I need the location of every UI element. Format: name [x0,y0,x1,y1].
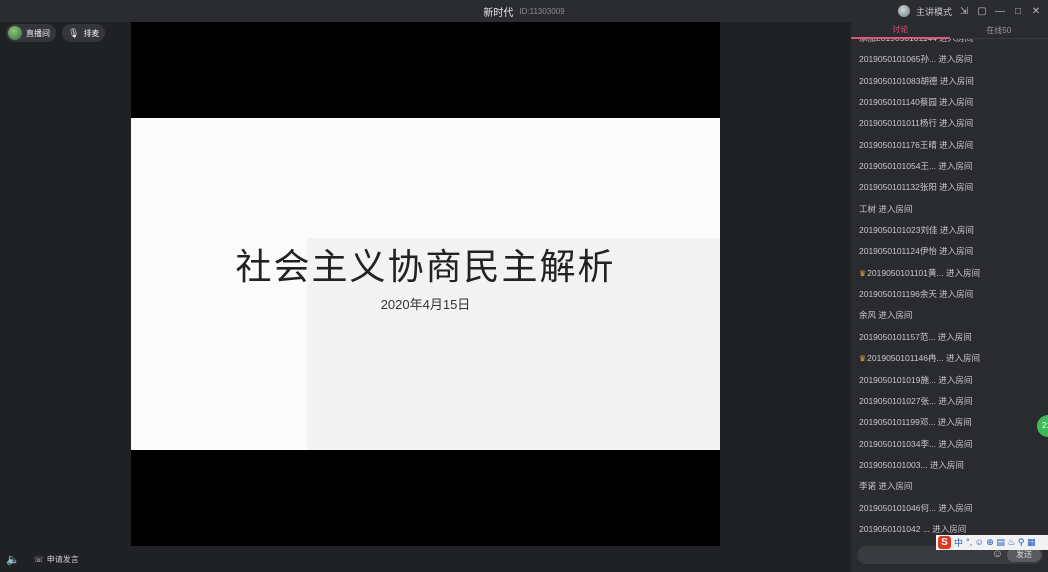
chat-message: 2019050101132张阳 进入房间 [859,177,1048,198]
chat-message-text: 2019050101101黄... 进入房间 [867,267,980,278]
chat-message-text: 添加2019050101144 进入房间 [859,39,973,43]
chat-message-text: 2019050101019施... 进入房间 [859,374,973,385]
chat-message: 余风 进入房间 [859,305,1048,326]
mic-queue-button[interactable]: 🎙 排麦 [62,24,106,42]
chat-message: 2019050101176王晴 进入房间 [859,135,1048,156]
chat-message-text: 2019050101065孙... 进入房间 [859,54,973,65]
channel-logo-icon [8,26,22,40]
chat-message: 2019050101003... 进入房间 [859,455,1048,476]
chat-message: 李诺 进入房间 [859,476,1048,497]
chat-message-text: 2019050101196余天 进入房间 [859,289,974,300]
chat-message: 2019050101157范... 进入房间 [859,327,1048,348]
room-id: ID:11303009 [519,6,565,16]
chat-message-text: 2019050101046何... 进入房间 [859,502,973,513]
close-icon[interactable]: ✕ [1030,6,1042,17]
chat-message-text: 2019050101140蔡园 进入房间 [859,97,974,108]
chat-message: 2019050101083胡德 进入房间 [859,71,1048,92]
chat-message-text: 2019050101023刘佳 进入房间 [859,225,974,236]
chat-message-text: 2019050101003... 进入房间 [859,459,964,470]
chat-message: 添加2019050101144 进入房间 [859,39,1048,49]
chat-message: 2019050101027张... 进入房间 [859,391,1048,412]
slide-title: 社会主义协商民主解析 [235,247,616,288]
slide-date: 2020年4月15日 [380,297,471,312]
presentation-slide: 社会主义协商民主解析 2020年4月15日 [131,118,720,450]
chat-message: 2019050101199邓... 进入房间 [859,412,1048,433]
ime-logo-icon: S [938,536,951,549]
chat-message-text: 2019050101157范... 进入房间 [859,331,972,342]
chat-message-text: 李诺 进入房间 [859,481,913,492]
mic-queue-label: 排麦 [83,28,100,38]
chat-message-text: 2019050101054王... 进入房间 [859,161,973,172]
channel-pill[interactable]: 直播间 [6,24,56,42]
maximize-icon[interactable]: □ [1012,6,1024,17]
panel-tabs: 讨论 在线50 [851,22,1048,39]
chat-message-text: 2019050101027张... 进入房间 [859,395,973,406]
chat-message-text: 2019050101146冉... 进入房间 [867,353,980,364]
chat-message-text: 2019050101199邓... 进入房间 [859,417,972,428]
user-avatar[interactable] [897,5,910,17]
chat-message: 工树 进入房间 [859,199,1048,220]
mode-label[interactable]: 主讲模式 [916,5,952,18]
speaker-icon[interactable]: 🔈 [6,553,20,566]
chat-message: 2019050101034李... 进入房间 [859,434,1048,455]
user-badge-icon: ♛ [859,354,867,364]
chat-message: 2019050101065孙... 进入房间 [859,49,1048,70]
user-badge-icon: ♛ [859,268,867,278]
chat-message: 2019050101019施... 进入房间 [859,370,1048,391]
layout-icon[interactable]: ▢ [976,6,988,17]
chat-message-text: 2019050101083胡德 进入房间 [859,75,974,86]
app-window: 新时代 ID:11303009 主讲模式 ⇲ ▢ — □ ✕ 直播间 🎙 排麦 … [0,0,1048,572]
chat-message-text: 2019050101176王晴 进入房间 [859,139,974,150]
tab-discussion[interactable]: 讨论 [851,22,950,39]
ime-language[interactable]: 中 [954,536,963,549]
chat-message: 2019050101054王... 进入房间 [859,156,1048,177]
titlebar-controls: 主讲模式 ⇲ ▢ — □ ✕ [897,0,1042,22]
video-stage[interactable]: 社会主义协商民主解析 2020年4月15日 [131,22,720,546]
side-panel: 讨论 在线50 添加2019050101144 进入房间 201905010106… [851,22,1048,572]
chat-message: 2019050101124伊怡 进入房间 [859,241,1048,262]
phone-icon: ☏ [33,554,44,564]
ime-tool-icons[interactable]: °, ☺ ⊕ ▤ ♨ ⚲ ▦ [966,537,1036,548]
chat-message: 2019050101046何... 进入房间 [859,498,1048,519]
microphone-icon: 🎙 [68,27,80,38]
chat-message-text: 2019050101132张阳 进入房间 [859,182,974,193]
chat-message: 2019050101011杨行 进入房间 [859,113,1048,134]
chat-message-text: 工树 进入房间 [859,203,913,214]
chat-message: ♛2019050101146冉... 进入房间 [859,348,1048,369]
request-speak-button[interactable]: ☏ 申请发言 [34,554,79,565]
chat-message: 2019050101196余天 进入房间 [859,284,1048,305]
top-left-controls: 直播间 🎙 排麦 [6,24,106,42]
chat-message-text: 2019050101011杨行 进入房间 [859,118,974,129]
title-bar: 新时代 ID:11303009 主讲模式 ⇲ ▢ — □ ✕ [0,0,1048,22]
chat-message-text: 余风 进入房间 [859,310,913,321]
channel-label: 直播间 [26,28,50,38]
tab-online[interactable]: 在线50 [949,22,1048,39]
request-speak-label: 申请发言 [46,554,79,564]
chat-message-text: 2019050101034李... 进入房间 [859,438,973,449]
send-button[interactable]: 发送 [1007,548,1041,562]
chat-message-text: 2019050101124伊怡 进入房间 [859,246,974,257]
chat-list[interactable]: 添加2019050101144 进入房间 2019050101065孙... 进入… [851,39,1048,547]
window-title: 新时代 [483,7,514,19]
minimize-icon[interactable]: — [994,6,1006,17]
chat-message-text: 2019050101042 ... 进入房间 [859,523,967,534]
collapse-icon[interactable]: ⇲ [958,6,970,17]
chat-message: 2019050101023刘佳 进入房间 [859,220,1048,241]
chat-message: ♛2019050101101黄... 进入房间 [859,263,1048,284]
chat-message: 2019050101140蔡园 进入房间 [859,92,1048,113]
ime-toolbar[interactable]: S 中 °, ☺ ⊕ ▤ ♨ ⚲ ▦ [936,535,1048,550]
bottom-bar: 🔈 ☏ 申请发言 [0,546,851,572]
